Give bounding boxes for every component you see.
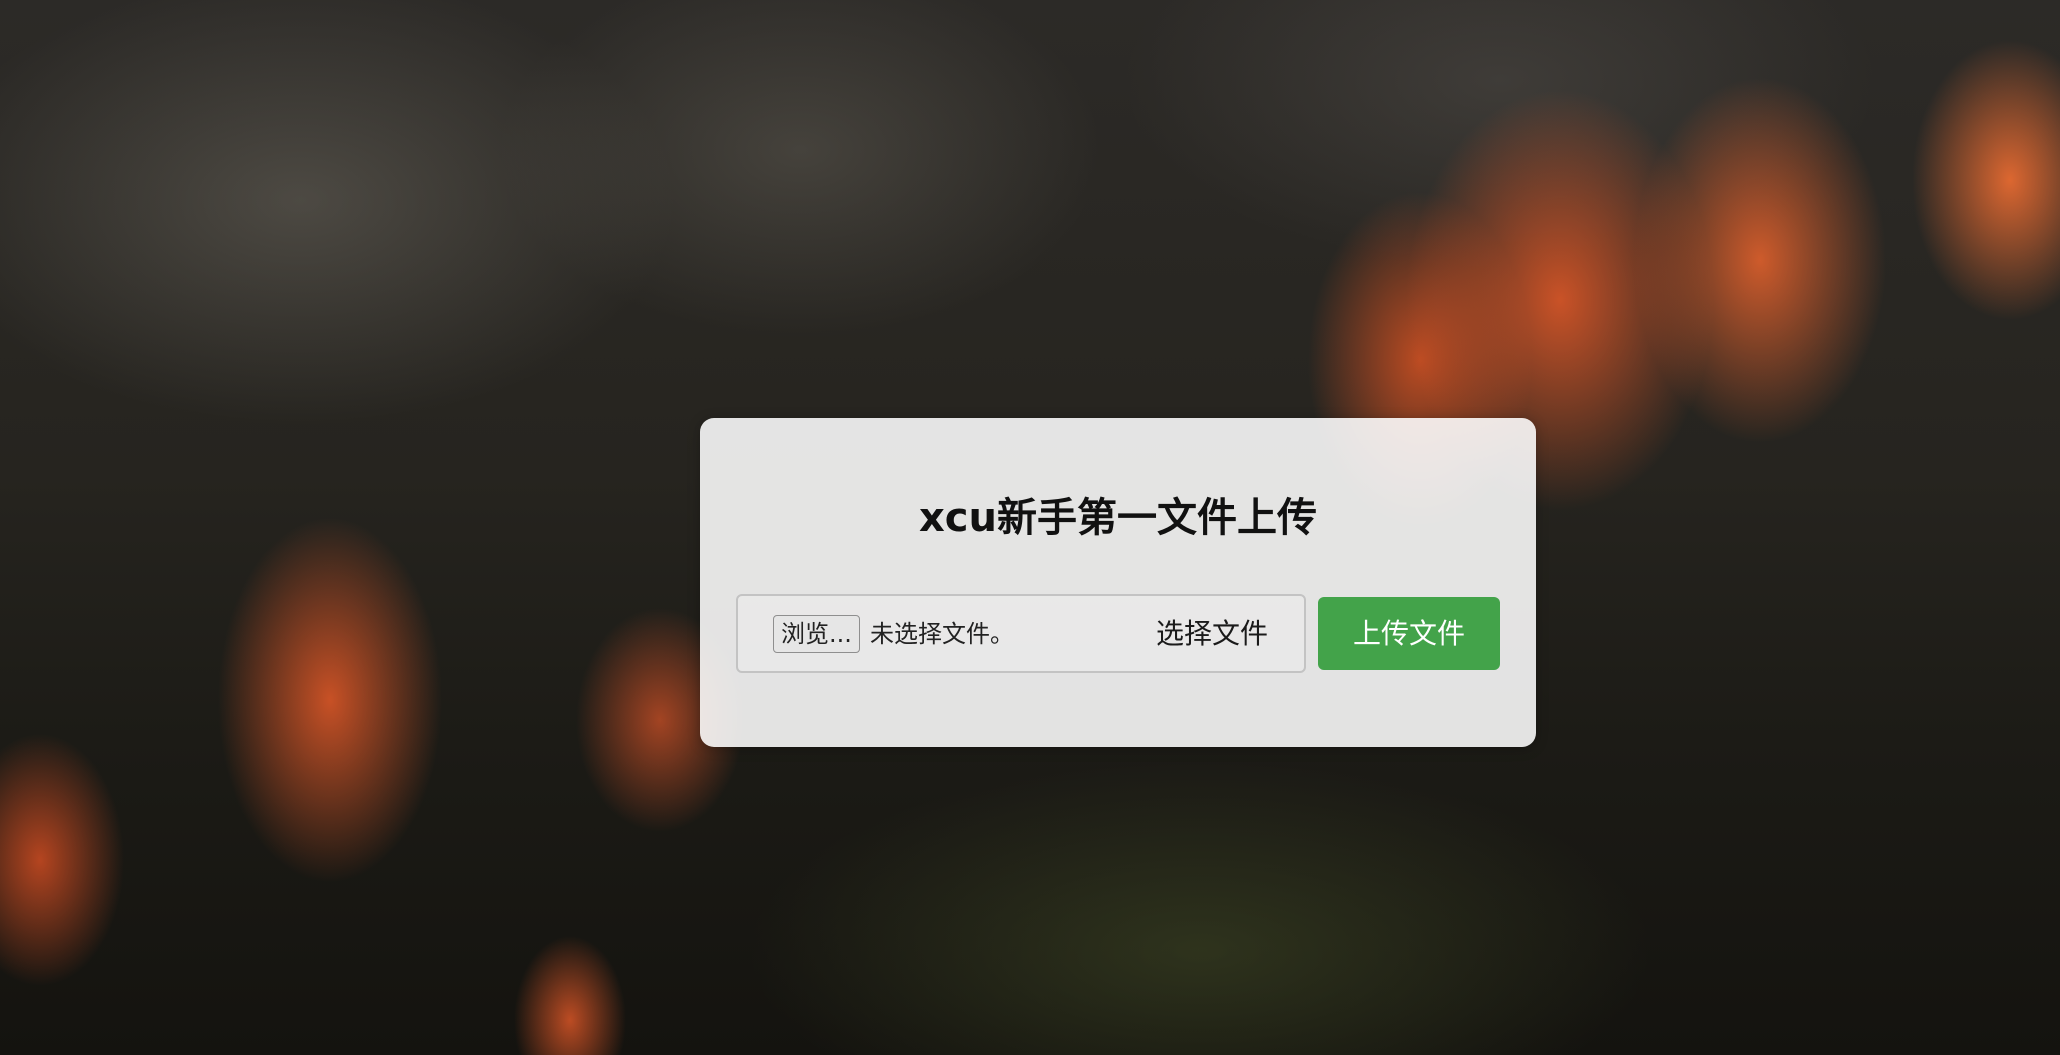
choose-file-label[interactable]: 选择文件 xyxy=(1156,613,1268,655)
file-input-field[interactable]: 浏览... 未选择文件。 选择文件 xyxy=(736,594,1306,673)
page-title: xcu新手第一文件上传 xyxy=(919,495,1317,541)
upload-button[interactable]: 上传文件 xyxy=(1318,597,1500,670)
file-status-text: 未选择文件。 xyxy=(870,620,1014,648)
upload-card: xcu新手第一文件上传 浏览... 未选择文件。 选择文件 上传文件 xyxy=(700,418,1536,747)
browse-button[interactable]: 浏览... xyxy=(773,615,860,653)
